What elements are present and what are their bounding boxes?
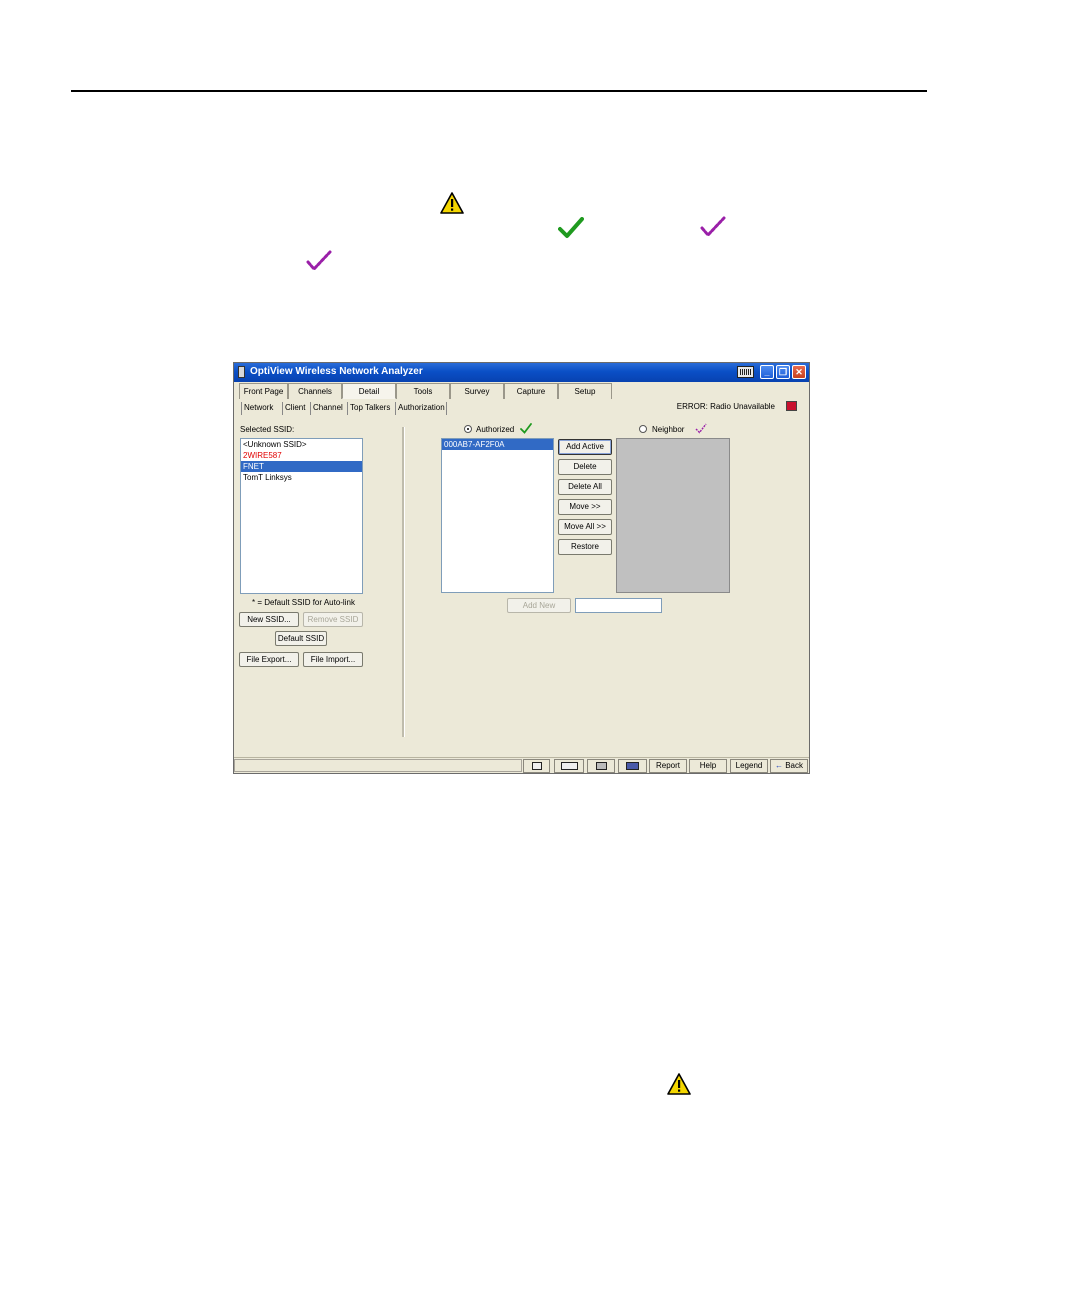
delete-all-button[interactable]: Delete All — [558, 479, 612, 495]
keyboard-button[interactable] — [554, 759, 584, 773]
delete-button[interactable]: Delete — [558, 459, 612, 475]
back-button[interactable]: ← Back — [770, 759, 808, 773]
subtab-channel[interactable]: Channel — [310, 402, 345, 415]
file-import-button[interactable]: File Import... — [303, 652, 363, 667]
neighbor-check-icon — [700, 216, 726, 238]
new-ssid-button[interactable]: New SSID... — [239, 612, 299, 627]
save-disk-button[interactable] — [618, 759, 647, 773]
add-new-input[interactable] — [575, 598, 662, 613]
warning-icon — [667, 1073, 691, 1095]
back-arrow-icon: ← — [774, 761, 783, 770]
analyzer-window: OptiView Wireless Network Analyzer _ ❐ ✕… — [233, 362, 810, 774]
printer-icon — [596, 762, 607, 770]
status-bar: Report Help Legend ← Back — [234, 757, 809, 773]
tab-front-page[interactable]: Front Page — [239, 383, 288, 399]
print-button[interactable] — [587, 759, 615, 773]
keyboard-icon[interactable] — [737, 366, 754, 378]
list-item[interactable]: 000AB7-AF2F0A — [442, 439, 553, 450]
tab-survey[interactable]: Survey — [450, 383, 504, 399]
restore-button[interactable]: Restore — [558, 539, 612, 555]
ssid-list[interactable]: <Unknown SSID> 2WIRE587 FNET TomT Linksy… — [240, 438, 363, 594]
neighbor-check-icon — [695, 423, 707, 434]
neighbor-list[interactable] — [616, 438, 730, 593]
subtab-top-talkers[interactable]: Top Talkers — [347, 402, 395, 415]
radio-status-icon[interactable] — [786, 401, 797, 411]
authorized-label: Authorized — [476, 425, 515, 434]
remove-ssid-button[interactable]: Remove SSID — [303, 612, 363, 627]
authorized-radio[interactable] — [464, 425, 472, 433]
tab-capture[interactable]: Capture — [504, 383, 558, 399]
add-new-button[interactable]: Add New — [507, 598, 571, 613]
close-button[interactable]: ✕ — [792, 365, 806, 379]
radio-error-status: ERROR: Radio Unavailable — [676, 402, 775, 411]
help-button[interactable]: Help — [689, 759, 727, 773]
neighbor-label: Neighbor — [652, 425, 685, 434]
list-item[interactable]: <Unknown SSID> — [241, 439, 362, 450]
tab-detail[interactable]: Detail — [342, 383, 396, 399]
subtab-network[interactable]: Network — [241, 402, 280, 415]
default-ssid-note: * = Default SSID for Auto-link — [252, 598, 355, 607]
window-view-button[interactable] — [523, 759, 550, 773]
selected-ssid-label: Selected SSID: — [240, 425, 295, 434]
subtab-client[interactable]: Client — [282, 402, 308, 415]
restore-button[interactable]: ❐ — [776, 365, 790, 379]
authorized-check-icon — [520, 423, 532, 434]
add-active-button[interactable]: Add Active — [558, 439, 612, 455]
move-button[interactable]: Move >> — [558, 499, 612, 515]
title-bar: OptiView Wireless Network Analyzer _ ❐ ✕ — [234, 363, 809, 382]
page-header-rule — [71, 90, 927, 92]
neighbor-check-icon — [306, 250, 332, 272]
legend-button[interactable]: Legend — [730, 759, 768, 773]
list-item[interactable]: FNET — [241, 461, 362, 472]
keyboard-icon — [561, 762, 578, 770]
file-export-button[interactable]: File Export... — [239, 652, 299, 667]
authorized-check-icon — [558, 217, 584, 238]
neighbor-radio[interactable] — [639, 425, 647, 433]
tab-setup[interactable]: Setup — [558, 383, 612, 399]
move-all-button[interactable]: Move All >> — [558, 519, 612, 535]
authorized-list[interactable]: 000AB7-AF2F0A — [441, 438, 554, 593]
report-button[interactable]: Report — [649, 759, 687, 773]
back-label: Back — [785, 761, 804, 770]
warning-icon — [440, 192, 464, 214]
list-item[interactable]: 2WIRE587 — [241, 450, 362, 461]
minimize-button[interactable]: _ — [760, 365, 774, 379]
tab-channels[interactable]: Channels — [288, 383, 342, 399]
list-item[interactable]: TomT Linksys — [241, 472, 362, 483]
window-icon — [532, 762, 542, 770]
default-ssid-button[interactable]: Default SSID — [275, 631, 327, 646]
subtab-authorization[interactable]: Authorization — [395, 402, 447, 415]
tab-tools[interactable]: Tools — [396, 383, 450, 399]
status-message-field — [234, 759, 522, 772]
app-icon — [238, 366, 245, 378]
panel-divider — [402, 427, 405, 737]
window-title: OptiView Wireless Network Analyzer — [250, 366, 423, 377]
disk-icon — [626, 762, 639, 770]
